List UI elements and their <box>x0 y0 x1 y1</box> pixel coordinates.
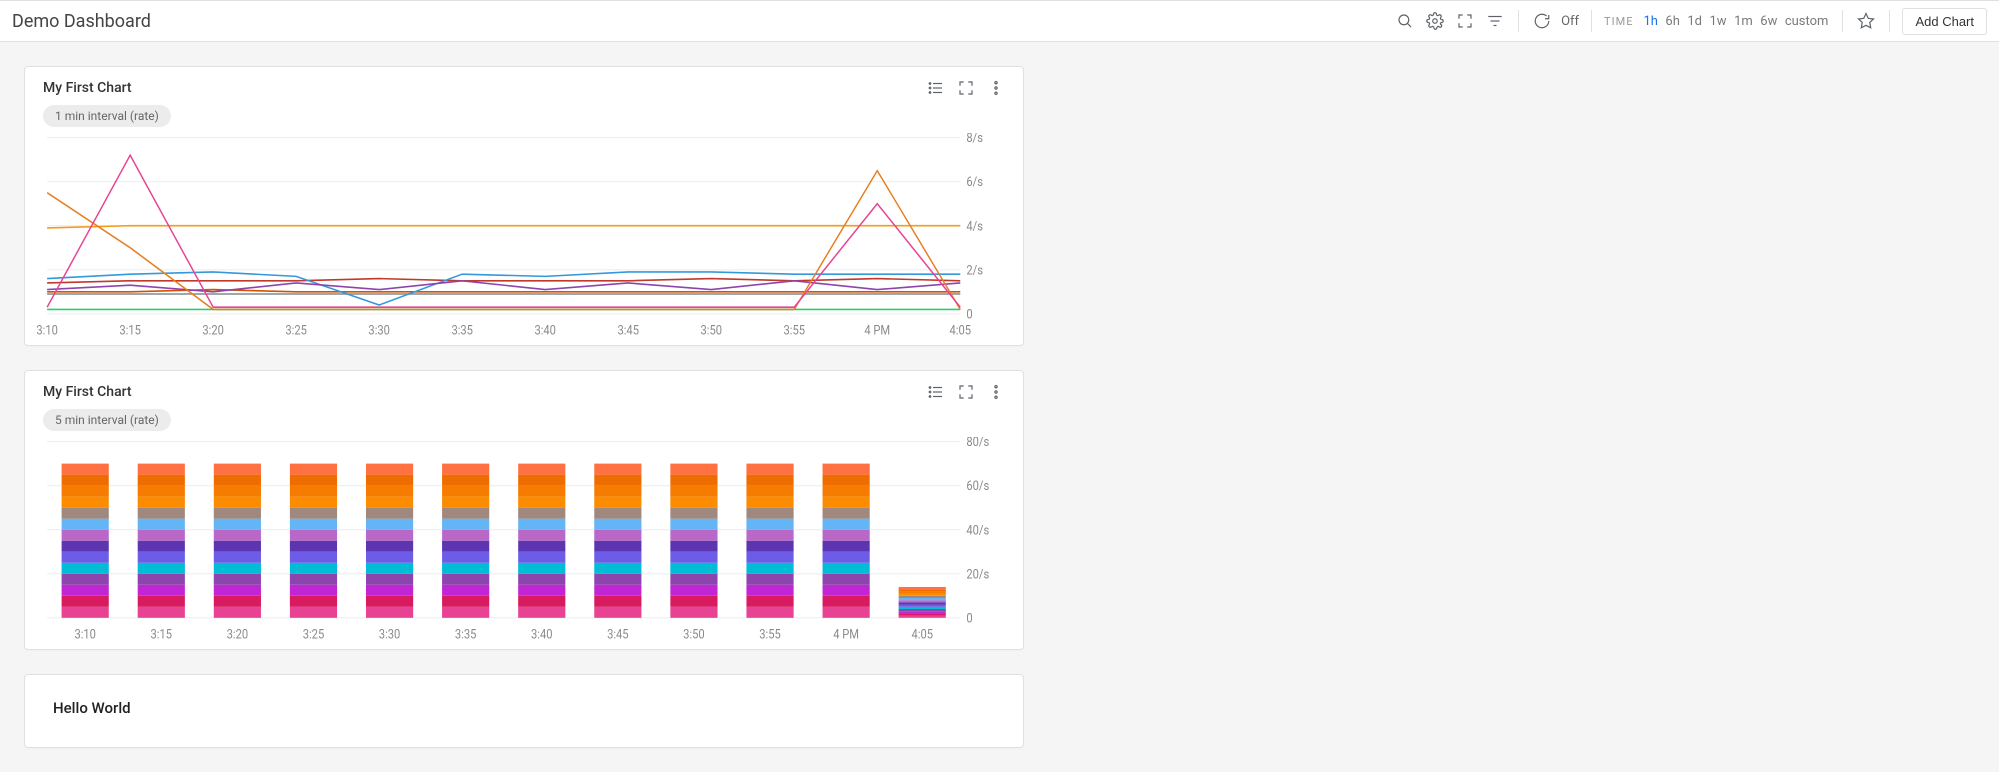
svg-text:3:20: 3:20 <box>202 323 223 338</box>
svg-text:3:50: 3:50 <box>700 323 721 338</box>
svg-text:3:25: 3:25 <box>303 627 325 642</box>
refresh-label: Off <box>1561 14 1579 29</box>
legend-icon[interactable] <box>927 79 945 97</box>
svg-text:4 PM: 4 PM <box>833 627 859 642</box>
chart2-chip: 5 min interval (rate) <box>43 409 171 431</box>
time-option-1w[interactable]: 1w <box>1708 12 1729 31</box>
svg-text:3:10: 3:10 <box>74 627 95 642</box>
divider <box>1889 10 1890 32</box>
svg-text:3:40: 3:40 <box>531 627 552 642</box>
dashboard-board: My First Chart 1 min interval (rate) <box>0 42 1999 772</box>
svg-text:20/s: 20/s <box>966 567 989 582</box>
divider <box>1842 10 1843 32</box>
svg-text:3:35: 3:35 <box>455 627 477 642</box>
svg-text:0: 0 <box>966 611 972 626</box>
svg-text:3:45: 3:45 <box>607 627 629 642</box>
chart1-chip: 1 min interval (rate) <box>43 105 171 127</box>
page-header: Demo Dashboard Off TIME 1h 6h 1d 1w 1m 6… <box>0 0 1999 42</box>
time-option-6h[interactable]: 6h <box>1663 12 1681 31</box>
gear-icon[interactable] <box>1424 10 1446 32</box>
svg-text:3:55: 3:55 <box>759 627 781 642</box>
svg-text:3:35: 3:35 <box>451 323 473 338</box>
more-icon[interactable] <box>987 79 1005 97</box>
time-option-custom[interactable]: custom <box>1783 12 1831 31</box>
time-range-options: 1h 6h 1d 1w 1m 6w custom <box>1641 13 1830 29</box>
svg-text:4 PM: 4 PM <box>864 323 890 338</box>
svg-text:3:15: 3:15 <box>151 627 173 642</box>
svg-text:3:55: 3:55 <box>784 323 806 338</box>
header-toolbar: Off TIME 1h 6h 1d 1w 1m 6w custom Add Ch… <box>1394 8 1987 35</box>
svg-text:80/s: 80/s <box>966 437 989 449</box>
expand-icon[interactable] <box>957 383 975 401</box>
filter-icon[interactable] <box>1484 10 1506 32</box>
chart-panel-1: My First Chart 1 min interval (rate) <box>24 66 1024 346</box>
svg-text:40/s: 40/s <box>966 523 989 538</box>
svg-text:2/s: 2/s <box>966 263 983 278</box>
time-option-1d[interactable]: 1d <box>1685 12 1704 31</box>
star-icon[interactable] <box>1855 10 1877 32</box>
svg-text:60/s: 60/s <box>966 479 989 494</box>
svg-text:3:45: 3:45 <box>617 323 639 338</box>
divider <box>1518 10 1519 32</box>
legend-icon[interactable] <box>927 383 945 401</box>
svg-text:8/s: 8/s <box>966 133 983 145</box>
svg-text:3:40: 3:40 <box>534 323 555 338</box>
svg-text:3:30: 3:30 <box>379 627 400 642</box>
text-panel: Hello World <box>24 674 1024 748</box>
svg-text:3:30: 3:30 <box>368 323 389 338</box>
svg-text:3:15: 3:15 <box>119 323 141 338</box>
chart1-area[interactable]: 0 2/s 4/s 6/s 8/s 3:10 3:15 3:20 3:25 3:30 3:35 3:4… <box>25 133 1023 345</box>
divider <box>1591 10 1592 32</box>
svg-text:3:50: 3:50 <box>683 627 704 642</box>
text-panel-content: Hello World <box>53 699 995 717</box>
chart2-area[interactable]: 0 20/s 40/s 60/s 80/s 3:10 3:15 3:20 3:25 3:30 3:3… <box>25 437 1023 649</box>
svg-text:3:25: 3:25 <box>285 323 307 338</box>
svg-text:6/s: 6/s <box>966 175 983 190</box>
page-title: Demo Dashboard <box>12 11 151 32</box>
chart1-title: My First Chart <box>43 80 132 96</box>
search-icon[interactable] <box>1394 10 1416 32</box>
svg-text:3:20: 3:20 <box>227 627 248 642</box>
time-option-1h[interactable]: 1h <box>1641 12 1659 31</box>
svg-text:4/s: 4/s <box>966 219 983 234</box>
time-option-1m[interactable]: 1m <box>1732 12 1755 31</box>
expand-icon[interactable] <box>957 79 975 97</box>
time-label: TIME <box>1604 15 1633 28</box>
svg-text:3:10: 3:10 <box>37 323 58 338</box>
chart-panel-2: My First Chart 5 min interval (rate) <box>24 370 1024 650</box>
svg-text:0: 0 <box>966 307 972 322</box>
refresh-icon[interactable] <box>1531 10 1553 32</box>
more-icon[interactable] <box>987 383 1005 401</box>
chart2-title: My First Chart <box>43 384 132 400</box>
fullscreen-icon[interactable] <box>1454 10 1476 32</box>
time-option-6w[interactable]: 6w <box>1758 12 1779 31</box>
svg-text:4:05: 4:05 <box>950 323 972 338</box>
svg-text:4:05: 4:05 <box>911 627 933 642</box>
add-chart-button[interactable]: Add Chart <box>1902 8 1987 35</box>
